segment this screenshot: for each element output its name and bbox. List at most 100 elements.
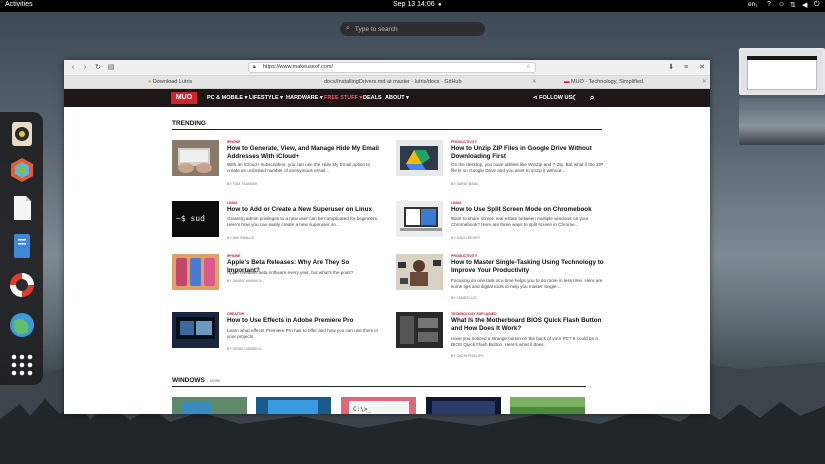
software-icon[interactable]: [9, 157, 35, 183]
article-author[interactable]: BY GAVIN PHILLIPS: [451, 354, 484, 358]
sidebar-icon[interactable]: ▤: [106, 63, 116, 73]
article-excerpt: Have you noticed a strange button on the…: [451, 336, 598, 347]
article-card[interactable]: Productivity How to Unzip ZIP Files in G…: [396, 140, 606, 192]
top-bar: Activities Sep 13 14:06 ● en₁ ? ☺ ⇅ ◀ ⏻: [0, 0, 825, 12]
article-excerpt: Apple releases beta software every year,…: [227, 270, 354, 275]
windows-more-link[interactable]: MORE: [210, 379, 221, 383]
article-category[interactable]: Creative: [227, 312, 244, 316]
article-title[interactable]: How to Use Split Screen Mode on Chromebo…: [451, 206, 606, 214]
article-category[interactable]: Productivity: [451, 140, 477, 144]
url-text: https://www.makeuseof.com/: [263, 64, 333, 70]
article-card[interactable]: Creative How to Use Effects in Adobe Pre…: [172, 312, 382, 364]
downloads-icon[interactable]: ⬇: [666, 63, 676, 73]
nav-lifestyle[interactable]: LIFESTYLE ▾: [249, 95, 283, 101]
article-thumbnail[interactable]: [172, 312, 219, 348]
article-title[interactable]: How to Use Effects in Adobe Premiere Pro: [227, 317, 382, 325]
browser-icon[interactable]: [9, 312, 35, 338]
tab-github-docs[interactable]: docs/InstallingDrivers.md at master · lu…: [324, 79, 462, 85]
activities-button[interactable]: Activities: [5, 1, 33, 8]
article-thumbnail[interactable]: [396, 312, 443, 348]
article-thumbnail[interactable]: [396, 254, 443, 290]
article-author[interactable]: BY SARAT BABU: [451, 182, 478, 186]
close-window-icon[interactable]: ✕: [697, 63, 707, 73]
article-author[interactable]: BY DANNY MANNICA: [227, 279, 262, 283]
bookmark-star-icon[interactable]: ☆: [526, 63, 531, 72]
article-thumbnail[interactable]: [256, 397, 331, 414]
back-icon[interactable]: ‹: [68, 63, 78, 73]
article-excerpt: Want to share screen real estate between…: [451, 216, 589, 227]
tab-close-icon[interactable]: ✕: [702, 79, 707, 85]
article-thumbnail[interactable]: [396, 201, 443, 237]
volume-icon[interactable]: ◀: [802, 1, 807, 9]
follow-us-button[interactable]: ⋖ FOLLOW US: [533, 95, 572, 101]
article-author[interactable]: BY NIKI BHALLA: [227, 236, 254, 240]
article-card[interactable]: iPhone How to Generate, View, and Manage…: [172, 140, 382, 192]
share-icon: ⋖: [533, 95, 538, 101]
network-icon[interactable]: ⇅: [790, 1, 796, 9]
article-title[interactable]: What Is the Motherboard BIOS Quick Flash…: [451, 317, 606, 333]
article-card[interactable]: ~$ sud Linux How to Add or Create a New …: [172, 201, 382, 253]
tab-download-lutris[interactable]: ● Download Lutris: [148, 79, 192, 85]
article-card[interactable]: Linux How to Use Split Screen Mode on Ch…: [396, 201, 606, 253]
rhythmbox-icon[interactable]: [9, 121, 35, 147]
nav-hardware[interactable]: HARDWARE ▾: [286, 95, 323, 101]
article-thumbnail[interactable]: [510, 397, 585, 414]
show-apps-icon[interactable]: [9, 352, 35, 378]
power-icon[interactable]: ⏻: [814, 1, 820, 9]
article-author[interactable]: BY TOM TSANDEK: [227, 182, 258, 186]
article-card[interactable]: Technology Explained What Is the Motherb…: [396, 312, 606, 364]
windows-heading: WINDOWS: [172, 377, 205, 384]
clock[interactable]: Sep 13 14:06: [393, 1, 435, 8]
article-category[interactable]: Linux: [227, 201, 238, 205]
search-icon: ⌕: [346, 25, 350, 32]
section-divider: [172, 386, 586, 387]
article-title[interactable]: How to Unzip ZIP Files in Google Drive W…: [451, 145, 606, 161]
question-icon[interactable]: ?: [767, 1, 771, 8]
reload-icon[interactable]: ↻: [93, 63, 103, 73]
search-icon[interactable]: ⌕: [590, 93, 594, 103]
article-thumbnail[interactable]: [426, 397, 501, 414]
tab-muo[interactable]: ▬ MUO - Technology, Simplified.: [564, 79, 645, 85]
site-logo[interactable]: MUO: [171, 92, 197, 104]
article-thumbnail[interactable]: [172, 397, 247, 414]
keyboard-layout-indicator[interactable]: en₁: [748, 1, 757, 8]
workspace-thumbnail-1[interactable]: [739, 48, 825, 95]
menu-icon[interactable]: ≡: [681, 63, 691, 73]
nav-about[interactable]: ABOUT ▾: [385, 95, 409, 101]
article-title[interactable]: How to Add or Create a New Superuser on …: [227, 206, 382, 214]
search-placeholder: Type to search: [354, 25, 398, 33]
main-content: TRENDING iPhone How to Generate, View, a…: [64, 107, 710, 414]
article-thumbnail[interactable]: [172, 140, 219, 176]
text-editor-icon[interactable]: [9, 195, 35, 221]
article-category[interactable]: Technology Explained: [451, 312, 497, 316]
url-bar[interactable]: 🔒︎ https://www.makeuseof.com/ ☆: [248, 62, 536, 73]
files-icon[interactable]: [9, 233, 35, 259]
article-card[interactable]: Productivity How to Master Single-Taskin…: [396, 254, 606, 306]
article-category[interactable]: Productivity: [451, 254, 477, 258]
article-category[interactable]: iPhone: [227, 254, 240, 258]
dark-mode-icon[interactable]: ☾: [572, 94, 578, 102]
article-title[interactable]: How to Generate, View, and Manage Hide M…: [227, 145, 382, 161]
search-input[interactable]: ⌕ Type to search: [340, 22, 485, 36]
article-author[interactable]: BY DAVID BEGRY: [451, 236, 480, 240]
help-icon[interactable]: [9, 272, 35, 298]
article-thumbnail[interactable]: [172, 254, 219, 290]
nav-free-stuff[interactable]: FREE STUFF ▾: [324, 95, 362, 101]
accessibility-icon[interactable]: ☺: [778, 1, 785, 8]
browser-toolbar: ‹ › ↻ ▤ 🔒︎ https://www.makeuseof.com/ ☆ …: [64, 60, 710, 76]
tab-close-icon[interactable]: ✕: [532, 79, 537, 85]
article-author[interactable]: BY LAMES LUO: [451, 296, 477, 300]
lock-icon: 🔒︎: [253, 64, 256, 70]
nav-pc-mobile[interactable]: PC & MOBILE ▾: [207, 95, 247, 101]
workspace-thumbnail-2[interactable]: [739, 98, 825, 145]
article-title[interactable]: How to Master Single-Tasking Using Techn…: [451, 259, 606, 275]
nav-deals[interactable]: DEALS: [363, 95, 382, 101]
article-thumbnail[interactable]: [396, 140, 443, 176]
article-thumbnail[interactable]: C:\>_: [341, 397, 416, 414]
article-card[interactable]: iPhone Apple's Beta Releases: Why Are Th…: [172, 254, 382, 306]
article-category[interactable]: iPhone: [227, 140, 240, 144]
forward-icon[interactable]: ›: [80, 63, 90, 73]
article-category[interactable]: Linux: [451, 201, 462, 205]
article-thumbnail[interactable]: ~$ sud: [172, 201, 219, 237]
article-author[interactable]: BY DENIS GABRIELS: [227, 347, 262, 351]
